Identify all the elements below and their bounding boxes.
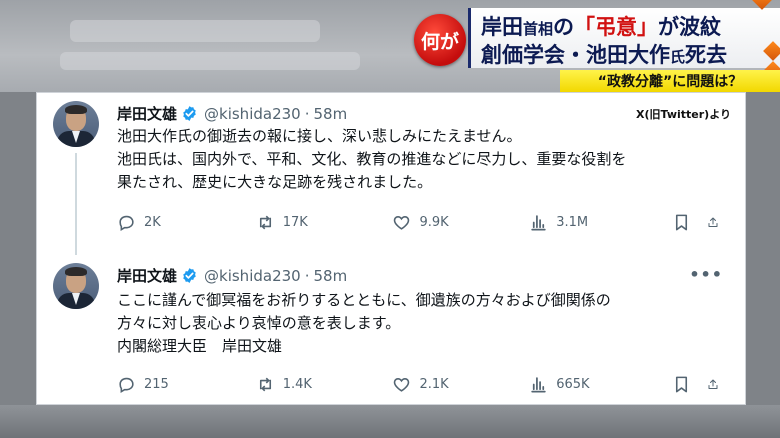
tweet-text-line: 池田氏は、国内外で、平和、文化、教育の推進などに尽力し、重要な役割を (117, 150, 627, 168)
headline-line-2: 創価学会・池田大作氏死去 (481, 43, 728, 67)
reply-count: 215 (144, 377, 169, 392)
avatar[interactable] (53, 101, 99, 147)
like-count: 9.9K (419, 215, 449, 230)
verified-badge-icon (183, 268, 196, 283)
like-button[interactable]: 9.9K (392, 213, 529, 232)
author-handle[interactable]: @kishida230 (204, 105, 301, 123)
reply-icon (119, 377, 134, 394)
headline-box: 岸田首相の「弔意」が波紋 創価学会・池田大作氏死去 (468, 8, 780, 68)
like-count: 2.1K (419, 377, 449, 392)
background-bottom (0, 405, 780, 438)
tweet-text-line: ここに謹んで御冥福をお祈りするとともに、御遺族の方々および御関係の (117, 291, 611, 309)
separator: · (304, 104, 310, 123)
bookmark-icon (675, 214, 687, 231)
repost-icon (259, 377, 271, 392)
share-icon (708, 379, 718, 389)
timestamp[interactable]: 58m (313, 105, 347, 123)
views-icon (531, 377, 546, 393)
more-options-icon[interactable]: ••• (689, 265, 723, 284)
views-button[interactable]: 665K (529, 375, 672, 394)
tweet-actions: 215 1.4K 2.1K 665K (117, 375, 727, 394)
tweet-text: ここに謹んで御冥福をお祈りするとともに、御遺族の方々および御関係の 方々に対し衷… (117, 289, 727, 358)
author-name[interactable]: 岸田文雄 (117, 103, 177, 124)
tweet-text-line: 池田大作氏の御逝去の報に接し、深い悲しみにたえません。 (117, 127, 522, 145)
share-button[interactable] (707, 375, 727, 394)
views-count: 665K (556, 377, 590, 392)
views-count: 3.1M (556, 215, 589, 230)
background-blur-1 (70, 20, 320, 42)
tweet-text-line: 方々に対し衷心より哀悼の意を表します。 (117, 314, 401, 332)
news-banner: 何が 岸田首相の「弔意」が波紋 創価学会・池田大作氏死去 “政教分離”に問題は？ (400, 0, 780, 92)
reply-button[interactable]: 215 (117, 375, 256, 394)
like-icon (394, 216, 410, 230)
tweet-text-line: 果たされ、歴史に大きな足跡を残されました。 (117, 173, 433, 191)
views-icon (531, 215, 546, 231)
repost-count: 1.4K (282, 377, 312, 392)
like-button[interactable]: 2.1K (392, 375, 529, 394)
tweet-actions: 2K 17K 9.9K 3.1M (117, 213, 727, 232)
tweet-2[interactable]: 岸田文雄 @kishida230 · 58m ••• ここに謹んで御冥福をお祈り… (37, 257, 745, 405)
tweet-text: 池田大作氏の御逝去の報に接し、深い悲しみにたえません。 池田氏は、国内外で、平和… (117, 125, 727, 194)
timestamp[interactable]: 58m (313, 267, 347, 285)
repost-button[interactable]: 17K (256, 213, 393, 232)
headline-line-1: 岸田首相の「弔意」が波紋 (481, 15, 722, 39)
separator: · (304, 266, 310, 285)
tweet-text-line: 内閣総理大臣 岸田文雄 (117, 337, 283, 355)
background-blur-2 (60, 52, 360, 70)
bookmark-button[interactable] (672, 375, 707, 394)
reply-button[interactable]: 2K (117, 213, 256, 232)
thread-connector (75, 153, 77, 255)
tweet-header: 岸田文雄 @kishida230 · 58m (117, 265, 347, 286)
author-handle[interactable]: @kishida230 (204, 267, 301, 285)
share-icon (708, 217, 718, 227)
share-button[interactable] (707, 213, 727, 232)
tweet-header: 岸田文雄 @kishida230 · 58m (117, 103, 347, 124)
repost-button[interactable]: 1.4K (256, 375, 393, 394)
avatar[interactable] (53, 263, 99, 309)
question-badge: 何が (414, 14, 466, 66)
repost-count: 17K (282, 215, 308, 230)
reply-count: 2K (144, 215, 161, 230)
like-icon (394, 378, 410, 392)
views-button[interactable]: 3.1M (529, 213, 672, 232)
author-name[interactable]: 岸田文雄 (117, 265, 177, 286)
sub-headline: “政教分離”に問題は？ (560, 70, 780, 92)
reply-icon (119, 215, 134, 232)
tweet-1[interactable]: 岸田文雄 @kishida230 · 58m 池田大作氏の御逝去の報に接し、深い… (37, 93, 745, 255)
repost-icon (259, 215, 271, 230)
bookmark-icon (675, 376, 687, 393)
bookmark-button[interactable] (672, 213, 707, 232)
tweet-thread-card: X(旧Twitter)より 岸田文雄 @kishida230 · 58m 池田大… (36, 92, 746, 405)
verified-badge-icon (183, 106, 196, 121)
